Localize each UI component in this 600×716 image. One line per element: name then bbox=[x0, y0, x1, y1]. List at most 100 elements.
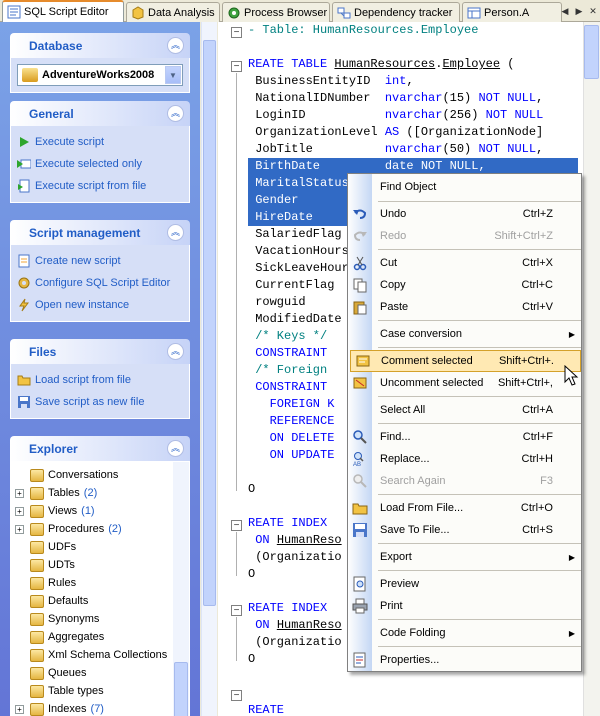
fold-toggle-icon[interactable]: − bbox=[231, 27, 242, 38]
create-new-script-link[interactable]: Create new script bbox=[17, 250, 189, 272]
execute-file-icon bbox=[17, 179, 31, 193]
save-script-link[interactable]: Save script as new file bbox=[17, 391, 189, 413]
tree-item-xml-schema[interactable]: Xml Schema Collections bbox=[15, 646, 189, 664]
submenu-arrow-icon: ▶ bbox=[568, 329, 575, 339]
menu-label: Save To File... bbox=[380, 524, 450, 536]
collapse-icon[interactable]: ︽ bbox=[167, 343, 184, 360]
menu-item-search-again[interactable]: Search Again F3 bbox=[348, 470, 581, 492]
menu-item-comment-selected[interactable]: Comment selected Shift+Ctrl+. bbox=[350, 350, 581, 372]
database-select[interactable]: AdventureWorks2008 ▼ bbox=[17, 64, 183, 86]
tree-item-table-types[interactable]: Table types bbox=[15, 682, 189, 700]
tab-scroll-left-icon[interactable]: ◀ bbox=[558, 2, 572, 21]
collapse-icon[interactable]: ︽ bbox=[167, 440, 184, 457]
menu-item-redo[interactable]: Redo Shift+Ctrl+Z bbox=[348, 225, 581, 247]
link-label: Execute selected only bbox=[35, 158, 143, 170]
menu-item-save-to-file[interactable]: Save To File... Ctrl+S bbox=[348, 519, 581, 541]
tree-item-rules[interactable]: Rules bbox=[15, 574, 189, 592]
fold-toggle-icon[interactable]: − bbox=[231, 605, 242, 616]
tree-item-conversations[interactable]: Conversations bbox=[15, 466, 189, 484]
open-file-icon bbox=[352, 500, 368, 516]
database-group-header[interactable]: Database ︽ bbox=[10, 33, 190, 58]
tree-item-tables[interactable]: + Tables (2) bbox=[15, 484, 189, 502]
left-panel-scroll-thumb[interactable] bbox=[203, 40, 216, 606]
menu-item-case-conversion[interactable]: Case conversion ▶ bbox=[348, 323, 581, 345]
script-management-group-header[interactable]: Script management ︽ bbox=[10, 220, 190, 245]
tree-label: UDFs bbox=[48, 541, 77, 553]
tree-item-views[interactable]: + Views (1) bbox=[15, 502, 189, 520]
tree-item-indexes[interactable]: + Indexes (7) bbox=[15, 700, 189, 716]
execute-from-file-link[interactable]: Execute script from file bbox=[17, 175, 189, 197]
menu-label: Properties... bbox=[380, 654, 440, 666]
chevron-down-icon[interactable]: ▼ bbox=[165, 66, 181, 84]
expand-icon[interactable]: + bbox=[15, 704, 24, 714]
tree-scrollbar[interactable] bbox=[173, 462, 189, 716]
link-label: Save script as new file bbox=[35, 396, 145, 408]
expand-icon[interactable]: + bbox=[15, 506, 24, 516]
menu-item-undo[interactable]: Undo Ctrl+Z bbox=[348, 203, 581, 225]
menu-item-uncomment-selected[interactable]: Uncomment selected Shift+Ctrl+, bbox=[348, 372, 581, 394]
document-tab-bar: SQL Script Editor Data Analysis Process … bbox=[0, 0, 600, 22]
menu-item-properties[interactable]: Properties... bbox=[348, 649, 581, 671]
open-new-instance-link[interactable]: Open new instance bbox=[17, 294, 189, 316]
tab-sql-script-editor[interactable]: SQL Script Editor bbox=[2, 0, 124, 22]
collapse-icon[interactable]: ︽ bbox=[167, 105, 184, 122]
tree-scroll-thumb[interactable] bbox=[174, 662, 188, 716]
load-script-link[interactable]: Load script from file bbox=[17, 369, 189, 391]
copy-icon bbox=[352, 277, 368, 293]
menu-shortcut: Ctrl+S bbox=[522, 524, 553, 536]
tree-item-synonyms[interactable]: Synonyms bbox=[15, 610, 189, 628]
menu-item-select-all[interactable]: Select All Ctrl+A bbox=[348, 399, 581, 421]
expand-icon[interactable]: + bbox=[15, 488, 24, 498]
tree-item-procedures[interactable]: + Procedures (2) bbox=[15, 520, 189, 538]
menu-shortcut: Ctrl+O bbox=[520, 502, 553, 514]
tab-scroll-right-icon[interactable]: ▶ bbox=[572, 2, 586, 21]
tab-close-icon[interactable]: ✕ bbox=[586, 2, 600, 21]
editor-scroll-thumb[interactable] bbox=[584, 25, 599, 79]
menu-label: Case conversion bbox=[380, 328, 462, 340]
fold-toggle-icon[interactable]: − bbox=[231, 520, 242, 531]
menu-item-find-object[interactable]: Find Object bbox=[348, 176, 581, 198]
execute-selected-link[interactable]: Execute selected only bbox=[17, 153, 189, 175]
menu-item-cut[interactable]: Cut Ctrl+X bbox=[348, 252, 581, 274]
collapse-icon[interactable]: ︽ bbox=[167, 37, 184, 54]
code-line-selected: HireDate bbox=[248, 209, 348, 226]
menu-item-copy[interactable]: Copy Ctrl+C bbox=[348, 274, 581, 296]
execute-script-link[interactable]: Execute script bbox=[17, 131, 189, 153]
files-group-header[interactable]: Files ︽ bbox=[10, 339, 190, 364]
editor-vertical-scrollbar[interactable] bbox=[583, 22, 600, 716]
fold-toggle-icon[interactable]: − bbox=[231, 61, 242, 72]
collapse-icon[interactable]: ︽ bbox=[167, 224, 184, 241]
explorer-tree: Conversations + Tables (2) + Views (1) + Proc… bbox=[10, 461, 190, 716]
tree-item-aggregates[interactable]: Aggregates bbox=[15, 628, 189, 646]
tab-data-analysis[interactable]: Data Analysis bbox=[126, 2, 220, 22]
explorer-group-header[interactable]: Explorer ︽ bbox=[10, 436, 190, 461]
menu-separator bbox=[378, 396, 581, 397]
code-line: BusinessEntityID int, bbox=[248, 74, 414, 88]
tab-person[interactable]: Person.A bbox=[462, 2, 562, 22]
menu-item-print[interactable]: Print bbox=[348, 595, 581, 617]
expand-icon[interactable]: + bbox=[15, 524, 24, 534]
fold-toggle-icon[interactable]: − bbox=[231, 690, 242, 701]
link-label: Open new instance bbox=[35, 299, 130, 311]
tree-item-defaults[interactable]: Defaults bbox=[15, 592, 189, 610]
menu-item-replace[interactable]: AB Replace... Ctrl+H bbox=[348, 448, 581, 470]
tab-process-browser[interactable]: Process Browser bbox=[222, 2, 330, 22]
menu-item-code-folding[interactable]: Code Folding ▶ bbox=[348, 622, 581, 644]
sql-editor-icon bbox=[7, 5, 21, 19]
menu-item-load-from-file[interactable]: Load From File... Ctrl+O bbox=[348, 497, 581, 519]
data-analysis-icon bbox=[131, 5, 145, 20]
general-group-header[interactable]: General ︽ bbox=[10, 101, 190, 126]
tab-dependency-tracker[interactable]: Dependency tracker bbox=[332, 2, 460, 22]
tree-label: Aggregates bbox=[48, 631, 105, 643]
menu-shortcut: Ctrl+V bbox=[522, 301, 553, 313]
menu-item-export[interactable]: Export ▶ bbox=[348, 546, 581, 568]
tree-item-udts[interactable]: UDTs bbox=[15, 556, 189, 574]
tree-item-queues[interactable]: Queues bbox=[15, 664, 189, 682]
configure-editor-link[interactable]: Configure SQL Script Editor bbox=[17, 272, 189, 294]
menu-item-find[interactable]: Find... Ctrl+F bbox=[348, 426, 581, 448]
tree-item-udfs[interactable]: UDFs bbox=[15, 538, 189, 556]
menu-label: Preview bbox=[380, 578, 420, 590]
tree-label: Indexes bbox=[48, 703, 87, 715]
menu-item-paste[interactable]: Paste Ctrl+V bbox=[348, 296, 581, 318]
menu-item-preview[interactable]: Preview bbox=[348, 573, 581, 595]
